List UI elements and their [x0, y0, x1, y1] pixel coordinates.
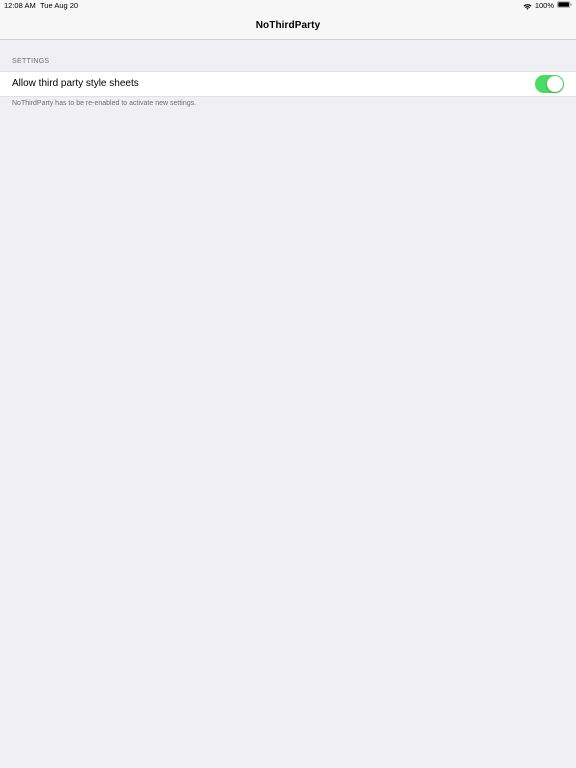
settings-row-allow-third-party: Allow third party style sheets: [0, 71, 576, 97]
settings-section-header: SETTINGS: [12, 58, 50, 65]
status-time: 12:08 AM: [4, 1, 36, 10]
wifi-icon: [523, 3, 532, 10]
settings-section-footer: NoThirdParty has to be re-enabled to act…: [12, 100, 197, 107]
toggle-knob: [547, 76, 563, 92]
battery-icon: [557, 0, 572, 12]
page-title: NoThirdParty: [255, 20, 321, 31]
status-date: Tue Aug 20: [40, 1, 79, 10]
navigation-bar: NoThirdParty: [0, 12, 576, 40]
battery-percentage: 100%: [534, 1, 554, 10]
allow-third-party-label: Allow third party style sheets: [12, 78, 139, 89]
status-bar: 12:08 AM Tue Aug 20 100%: [0, 0, 576, 12]
allow-third-party-toggle[interactable]: [535, 75, 564, 93]
status-indicators: 100%: [523, 0, 572, 12]
